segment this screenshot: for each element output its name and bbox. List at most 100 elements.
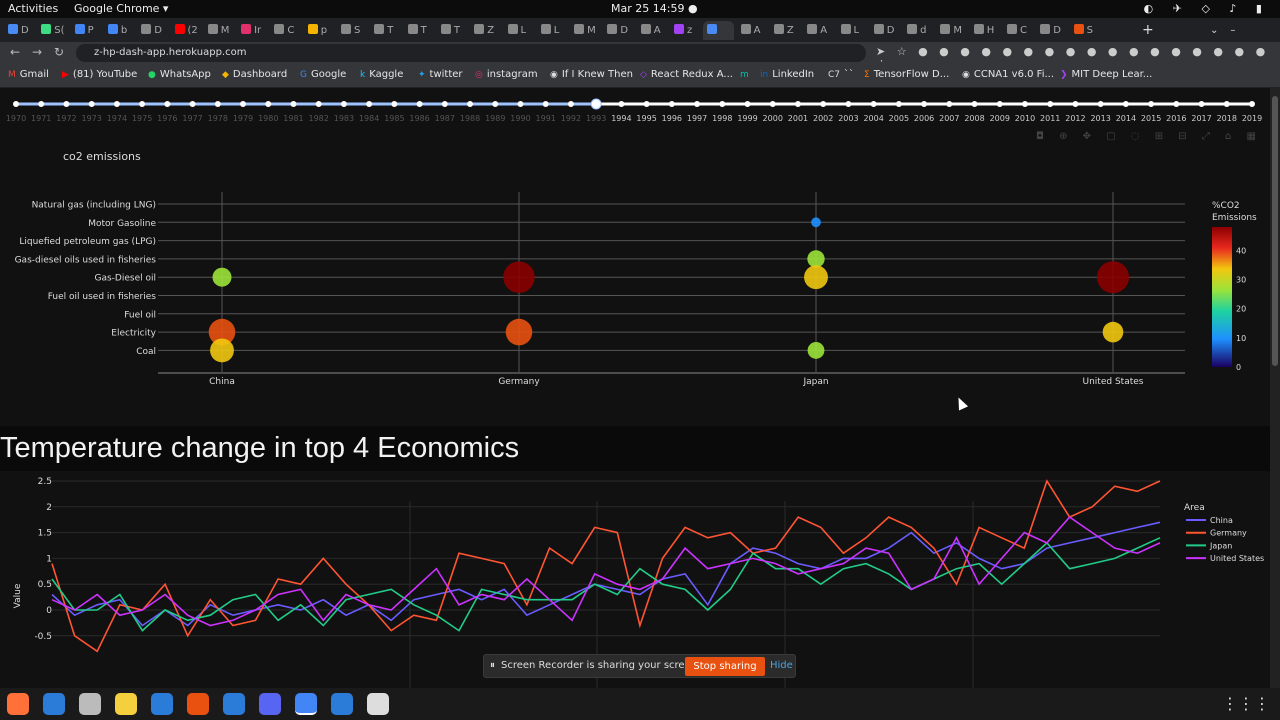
help-icon[interactable] [223,693,245,715]
browser-tab[interactable]: D [603,21,634,40]
obs-icon[interactable] [367,693,389,715]
browser-tab[interactable]: T [437,21,468,40]
bookmark-item[interactable]: M Gmail [8,69,49,80]
y-tick-label: 2.5 [38,477,52,487]
bookmark-label: Dashboard [232,69,288,80]
bookmark-item[interactable]: G Google [300,69,346,80]
browser-tab[interactable]: A [803,21,834,40]
slider-year-label: 1974 [107,114,127,122]
hide-button[interactable]: Hide [770,660,793,671]
browser-tab[interactable]: d [903,21,934,40]
slider-dot [694,101,701,107]
back-icon[interactable]: ← [10,45,20,59]
writer-icon[interactable] [151,693,173,715]
tab-favicon-icon [840,24,851,34]
browser-tab[interactable]: P [71,21,102,40]
browser-tab[interactable]: A [637,21,668,40]
new-tab-icon[interactable]: + [1142,21,1154,40]
bookmark-item[interactable]: ◎ instagram [475,69,538,80]
window-controls-icon[interactable]: ⌄–▢✕ [1210,21,1280,55]
firefox-icon[interactable] [7,693,29,715]
y-tick-label: 0 [46,606,52,616]
app-menu[interactable]: Google Chrome ▾ [74,2,168,15]
bookmark-item[interactable]: C7 `` [828,69,854,80]
browser-tab[interactable]: M [936,21,967,40]
tab-label: D [21,25,29,36]
tab-label: D [620,25,629,36]
year-slider[interactable]: 1970 1971 1972 1973 1974 1975 1976 1977 1978 1979… [0,88,1270,122]
tab-label: Z [487,25,495,36]
bookmark-item[interactable]: in LinkedIn [760,69,814,80]
bookmark-item[interactable]: ❯ MIT Deep Lear... [1060,69,1152,80]
tab-favicon-icon [141,24,152,34]
tab-label: A [653,25,661,36]
browser-tab[interactable]: A [737,21,768,40]
pause-icon[interactable]: ⏸ [490,660,495,671]
bookmark-item[interactable]: ◉ If I Knew Then [550,69,633,80]
thunderbird-icon[interactable] [43,693,65,715]
slider-year-label: 2007 [939,114,959,122]
browser-tab[interactable]: C [270,21,301,40]
scrollbar-thumb[interactable] [1272,96,1278,366]
browser-tab[interactable]: T [404,21,435,40]
browser-tab[interactable]: M [204,21,235,40]
browser-tab[interactable]: D [4,21,35,40]
browser-tab[interactable]: L [504,21,535,40]
browser-tab[interactable] [703,21,735,40]
y-tick-label: Motor Gasoline [88,219,156,229]
software-icon[interactable] [187,693,209,715]
browser-tab[interactable]: D [1036,21,1067,40]
bookmark-label: LinkedIn [772,69,815,80]
browser-tab[interactable]: T [370,21,401,40]
rhythmbox-icon[interactable] [115,693,137,715]
reload-icon[interactable]: ↻ [54,45,64,59]
page-scrollbar[interactable] [1270,88,1280,688]
tab-favicon-icon [1007,24,1017,34]
browser-tab[interactable]: S [1070,21,1101,40]
slider-dot [567,101,574,107]
y-tick-label: Coal [136,347,156,357]
bookmark-item[interactable]: k Kaggle [360,69,403,80]
bookmark-item[interactable]: ✦ twitter [418,69,463,80]
stop-sharing-button[interactable]: Stop sharing [685,657,765,676]
browser-tab[interactable]: Z [470,21,501,40]
bookmark-item[interactable]: ● WhatsApp [148,69,211,80]
app-grid-icon[interactable]: ⋮⋮⋮ [1222,694,1270,713]
forward-icon[interactable]: → [32,45,42,59]
vscode-icon[interactable] [331,693,353,715]
browser-tab[interactable]: Z [770,21,801,40]
plot-modebar[interactable]: ◘ ⊕ ✥ ▢ ◌ ⊞ ⊟ ⤢ ⌂ ▦ [1036,131,1262,142]
browser-tab[interactable]: z [670,21,701,40]
browser-tab[interactable]: p [304,21,335,40]
browser-tab[interactable]: S [337,21,368,40]
browser-tab[interactable]: M [570,21,601,40]
activities-button[interactable]: Activities [8,2,58,15]
bubble-plot-area[interactable]: Natural gas (including LNG) Motor Gasolin… [0,122,1270,422]
files-icon[interactable] [79,693,101,715]
tab-label: L [853,25,860,36]
browser-tab[interactable]: L [837,21,868,40]
bookmark-label: React Redux A... [650,69,733,80]
bookmark-item[interactable]: ◇ React Redux A... [640,69,733,80]
bookmark-item[interactable]: m [740,69,753,80]
bookmark-item[interactable]: ▶ (81) YouTube [62,69,137,80]
browser-tab[interactable]: H [970,21,1001,40]
system-tray[interactable]: ◐ ✈ ◇ ♪ ▮ [1144,2,1270,15]
browser-tab[interactable]: D [870,21,901,40]
browser-tab[interactable]: L [537,21,568,40]
tab-label: S [1086,25,1093,36]
browser-tab[interactable]: C [1003,21,1034,40]
browser-tab[interactable]: D [137,21,168,40]
bookmark-item[interactable]: ◆ Dashboard [222,69,287,80]
url-field[interactable]: z-hp-dash-app.herokuapp.com [76,44,866,62]
browser-tab[interactable]: b [104,21,135,40]
chrome-icon[interactable] [295,693,317,715]
tab-favicon-icon [74,24,85,34]
browser-tab[interactable]: S( [37,21,68,40]
bookmark-item[interactable]: ◉ CCNA1 v6.0 Fi... [962,69,1054,80]
browser-tab[interactable]: (2 [171,21,202,40]
browser-tab[interactable]: Ir [237,21,268,40]
bookmark-item[interactable]: Σ TensorFlow D... [864,69,949,80]
clock[interactable]: Mar 25 14:59 ● [611,2,698,15]
discord-icon[interactable] [259,693,281,715]
